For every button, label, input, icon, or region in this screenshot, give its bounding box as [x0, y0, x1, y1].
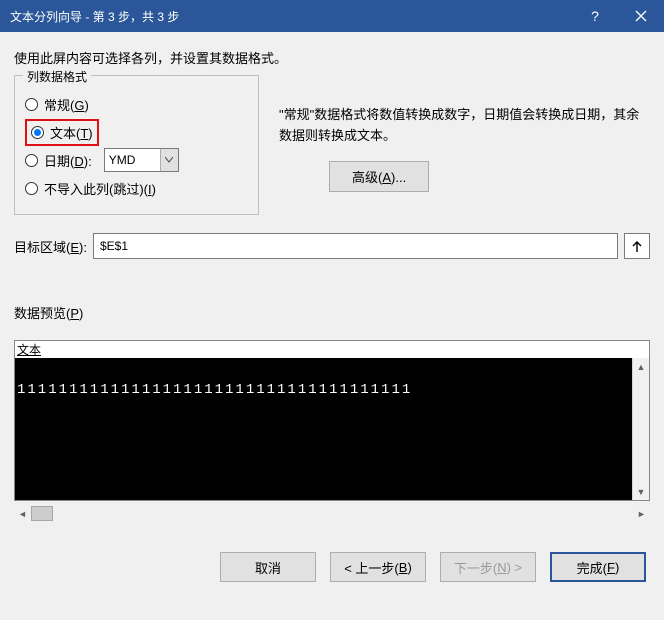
- destination-label: 目标区域(E):: [14, 237, 87, 256]
- radio-date[interactable]: 日期(D): YMD: [25, 146, 248, 174]
- window-title: 文本分列向导 - 第 3 步，共 3 步: [10, 8, 572, 25]
- scroll-up-icon: ▲: [633, 358, 649, 375]
- vertical-scrollbar[interactable]: ▲ ▼: [632, 358, 649, 500]
- radio-general-label: 常规(G): [44, 95, 89, 114]
- preview-row: 11111111111111111111111111111111111111: [17, 382, 412, 398]
- column-format-group: 列数据格式 常规(G) 文本(T) 日期(D): YMD: [14, 75, 259, 215]
- date-format-value: YMD: [109, 153, 136, 167]
- range-icon: [630, 239, 644, 253]
- preview-box: 文本 1111111111111111111111111111111111111…: [14, 340, 650, 501]
- scroll-down-icon: ▼: [633, 483, 649, 500]
- group-label: 列数据格式: [23, 68, 91, 85]
- description-area: "常规"数据格式将数值转换成数字，日期值会转换成日期，其余数据则转换成文本。 高…: [279, 75, 650, 192]
- button-row: 取消 < 上一步(B) 下一步(N) > 完成(F): [14, 552, 650, 582]
- date-format-combo[interactable]: YMD: [104, 148, 179, 172]
- radio-text[interactable]: 文本(T): [25, 118, 248, 146]
- radio-date-label: 日期(D):: [44, 151, 92, 170]
- titlebar: 文本分列向导 - 第 3 步，共 3 步 ?: [0, 0, 664, 32]
- cancel-button[interactable]: 取消: [220, 552, 316, 582]
- dialog-content: 使用此屏内容可选择各列，并设置其数据格式。 列数据格式 常规(G) 文本(T) …: [0, 32, 664, 592]
- instruction-text: 使用此屏内容可选择各列，并设置其数据格式。: [14, 42, 650, 75]
- highlight-box: 文本(T): [25, 119, 99, 146]
- help-button[interactable]: ?: [572, 0, 618, 32]
- destination-row: 目标区域(E):: [14, 233, 650, 259]
- radio-general[interactable]: 常规(G): [25, 90, 248, 118]
- destination-input[interactable]: [93, 233, 618, 259]
- preview-column-header[interactable]: 文本: [15, 341, 649, 358]
- radio-icon: [25, 182, 38, 195]
- preview-label: 数据预览(P): [14, 303, 650, 322]
- chevron-down-icon: [160, 149, 178, 171]
- horizontal-scrollbar[interactable]: ◄ ►: [14, 505, 650, 522]
- scroll-thumb[interactable]: [31, 506, 53, 521]
- advanced-button[interactable]: 高级(A)...: [329, 161, 429, 192]
- preview-data: 11111111111111111111111111111111111111: [15, 358, 632, 500]
- scroll-right-icon: ►: [633, 505, 650, 522]
- radio-skip[interactable]: 不导入此列(跳过)(I): [25, 174, 248, 202]
- close-button[interactable]: [618, 0, 664, 32]
- range-select-button[interactable]: [624, 233, 650, 259]
- radio-icon: [31, 126, 44, 139]
- radio-text-label: 文本(T): [50, 123, 93, 142]
- next-button: 下一步(N) >: [440, 552, 536, 582]
- radio-icon: [25, 98, 38, 111]
- format-description: "常规"数据格式将数值转换成数字，日期值会转换成日期，其余数据则转换成文本。: [279, 105, 650, 147]
- scroll-left-icon: ◄: [14, 505, 31, 522]
- finish-button[interactable]: 完成(F): [550, 552, 646, 582]
- back-button[interactable]: < 上一步(B): [330, 552, 426, 582]
- radio-skip-label: 不导入此列(跳过)(I): [44, 179, 156, 198]
- close-icon: [635, 10, 647, 22]
- radio-icon: [25, 154, 38, 167]
